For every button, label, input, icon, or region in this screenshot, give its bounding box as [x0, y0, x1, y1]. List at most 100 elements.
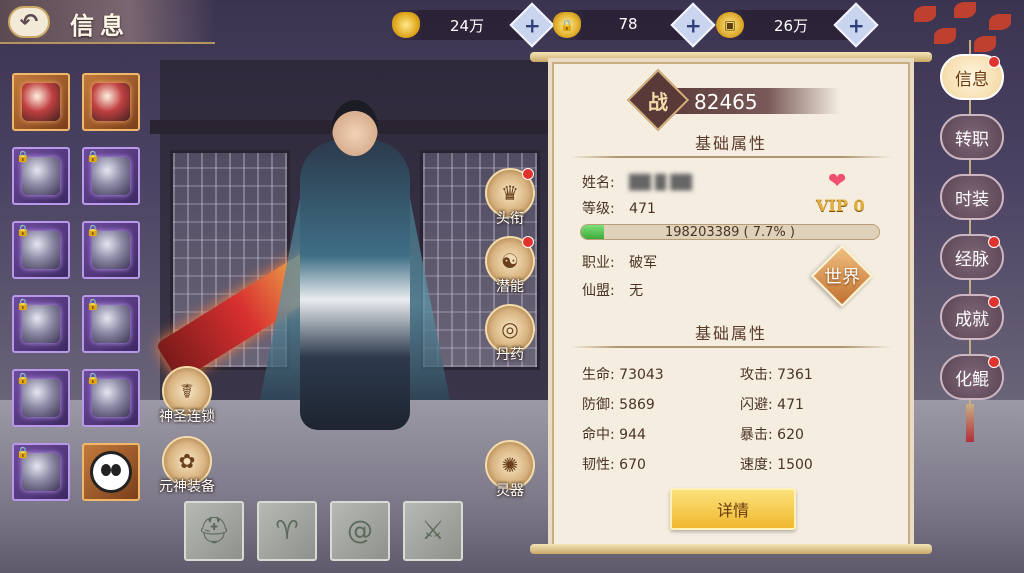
- attribute-panel: 战 82465 基础属性 姓名: ██ █ ██ 等级: 471 ❤ VIP 0…: [552, 62, 910, 548]
- equip-slot-chest[interactable]: 🔒: [12, 147, 70, 205]
- currency-value: 26万: [773, 17, 809, 35]
- notification-dot: [988, 236, 1000, 248]
- lock-icon: 🔒: [16, 224, 30, 237]
- level-value: 471: [629, 201, 656, 217]
- guild-row: 仙盟: 无: [582, 280, 643, 300]
- helmet-icon: ⛑: [197, 516, 231, 546]
- divider: [570, 156, 892, 158]
- lock-icon: 🔒: [86, 372, 100, 385]
- equip-slot-pet[interactable]: [82, 443, 140, 501]
- level-label: 等级:: [582, 201, 615, 217]
- potential-label: 潜能: [496, 279, 524, 295]
- notification-dot: [988, 356, 1000, 368]
- spirit-gear-label: 元神装备: [159, 479, 215, 495]
- lock-icon: 🔒: [86, 298, 100, 311]
- tab-fashion[interactable]: 时装: [940, 174, 1004, 220]
- notification-dot: [988, 296, 1000, 308]
- bottom-slot-scroll[interactable]: @: [330, 501, 390, 561]
- heart-icon[interactable]: ❤: [828, 169, 846, 194]
- title-bar: ↶ 信息: [0, 0, 215, 44]
- job-value: 破军: [629, 255, 658, 271]
- currency-value: 24万: [449, 17, 485, 35]
- stat-speed: 速度: 1500: [740, 457, 813, 473]
- stat-attack: 攻击: 7361: [740, 367, 813, 383]
- bottom-slot-gourd[interactable]: ♈: [257, 501, 317, 561]
- currency-bound-ingot: 🔒 78 +: [553, 2, 716, 48]
- equip-slot-gloves[interactable]: 🔒: [12, 295, 70, 353]
- notification-dot: [522, 236, 534, 248]
- guild-value: 无: [629, 283, 644, 299]
- bound-ingot-icon: 🔒: [553, 12, 581, 38]
- stat-toughness: 韧性: 670: [582, 457, 646, 473]
- scroll-roll-top: [530, 52, 932, 62]
- spirit-gear-icon: ✿: [178, 449, 196, 473]
- job-row: 职业: 破军: [582, 252, 657, 272]
- equip-slot-weapon[interactable]: 🔒: [12, 443, 70, 501]
- page-title: 信息: [70, 12, 130, 40]
- currency-copper-coin: ▣ 26万 +: [716, 2, 879, 48]
- stat-defense: 防御: 5869: [582, 397, 655, 413]
- notification-dot: [522, 168, 534, 180]
- section-title-attributes: 基础属性: [694, 324, 767, 343]
- equip-slot-necklace[interactable]: 🔒: [82, 147, 140, 205]
- copper-coin-icon: ▣: [716, 12, 744, 38]
- lock-icon: 🔒: [16, 298, 30, 311]
- stat-crit: 暴击: 620: [740, 427, 804, 443]
- gourd-icon: ♈: [275, 516, 299, 546]
- gold-ingot-icon: ◆: [392, 12, 420, 38]
- equip-slot-belt[interactable]: 🔒: [12, 221, 70, 279]
- spirit-wheel-icon: ✺: [501, 453, 519, 477]
- name-value: ██ █ ██: [629, 175, 692, 191]
- equip-slot-ring[interactable]: 🔒: [82, 369, 140, 427]
- pill-swirl-icon: ◎: [501, 317, 519, 341]
- lock-icon: 🔒: [86, 224, 100, 237]
- stat-hp: 生命: 73043: [582, 367, 664, 383]
- lock-icon: 🔒: [16, 150, 30, 163]
- armor-piece-icon: ⚔: [421, 516, 445, 546]
- bottom-slot-armor[interactable]: ⚔: [403, 501, 463, 561]
- name-row: 姓名: ██ █ ██: [582, 172, 692, 192]
- job-label: 职业:: [582, 255, 615, 271]
- stat-dodge: 闪避: 471: [740, 397, 804, 413]
- currency-gold-ingot: ◆ 24万 +: [392, 2, 555, 48]
- currency-value: 78: [618, 15, 638, 33]
- equip-slot-helmet[interactable]: [12, 73, 70, 131]
- maple-branch-decoration: [894, 0, 1024, 60]
- hero-head: [332, 100, 378, 156]
- exp-text: 198203389 ( 7.7% ): [664, 225, 795, 240]
- name-label: 姓名:: [582, 175, 615, 191]
- details-button[interactable]: 详情: [670, 488, 796, 530]
- hero-body: [300, 140, 410, 430]
- panda-pet-icon: [90, 451, 132, 493]
- yin-yang-icon: ☯: [501, 249, 519, 273]
- pill-label: 丹药: [496, 347, 524, 363]
- holy-chain-icon: ☤: [180, 379, 194, 403]
- equip-slot-amulet[interactable]: 🔒: [82, 221, 140, 279]
- lock-icon: 🔒: [16, 446, 30, 459]
- equip-slot-pants[interactable]: 🔒: [12, 369, 70, 427]
- combat-power-value: 82465: [694, 90, 758, 114]
- section-title-basic: 基础属性: [694, 134, 767, 153]
- spirit-artifact-label: 灵器: [496, 483, 524, 499]
- world-button[interactable]: 世界: [810, 244, 874, 308]
- tab-job-change[interactable]: 转职: [940, 114, 1004, 160]
- shoulder-armor-icon: [92, 83, 130, 121]
- holy-chain-label: 神圣连锁: [159, 409, 215, 425]
- equip-slot-shoulder[interactable]: [82, 73, 140, 131]
- medal-icon: ♛: [501, 181, 519, 205]
- vip-badge[interactable]: VIP 0: [816, 196, 865, 215]
- title-label: 头衔: [496, 211, 524, 227]
- divider: [570, 346, 892, 348]
- scroll-roll-bottom: [530, 544, 932, 554]
- bottom-slot-helmet[interactable]: ⛑: [184, 501, 244, 561]
- tassel-decoration: [966, 404, 974, 442]
- back-arrow-icon[interactable]: ↶: [8, 6, 50, 38]
- equip-slot-bracer[interactable]: 🔒: [82, 295, 140, 353]
- level-row: 等级: 471: [582, 198, 656, 218]
- hero-character[interactable]: [155, 100, 470, 470]
- helmet-icon: [22, 83, 60, 121]
- notification-dot: [988, 56, 1000, 68]
- exp-bar: 198203389 ( 7.7% ): [580, 224, 880, 240]
- scroll-swirl-icon: @: [347, 516, 373, 546]
- guild-label: 仙盟:: [582, 283, 615, 299]
